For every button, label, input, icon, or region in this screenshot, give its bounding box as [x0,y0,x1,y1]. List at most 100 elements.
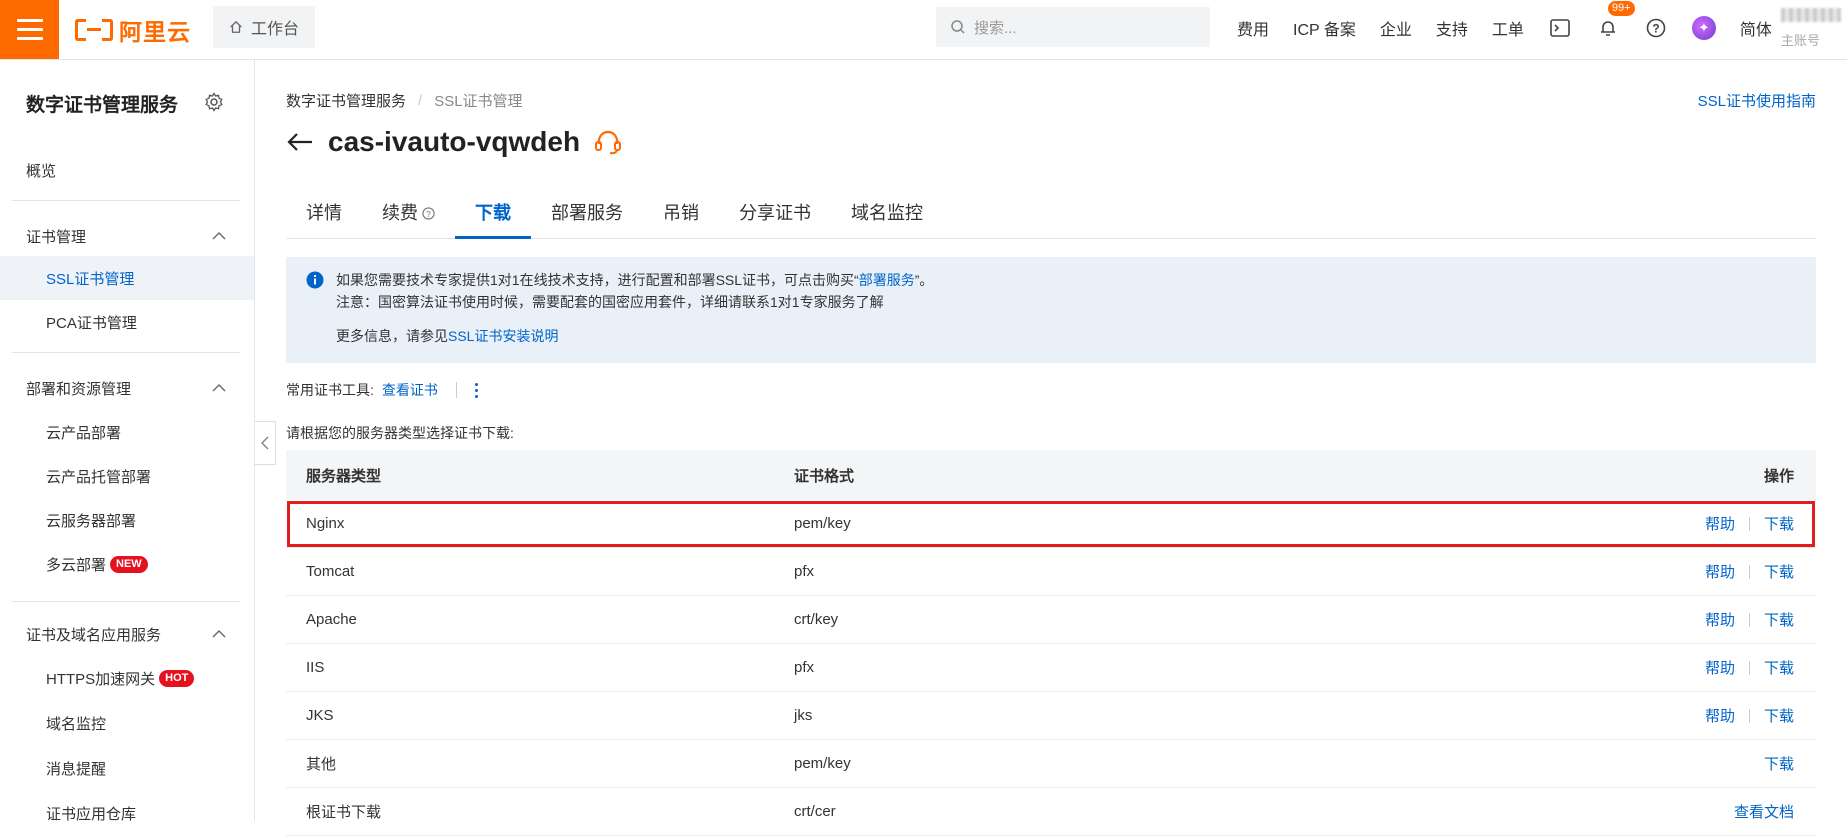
view-cert-link[interactable]: 查看证书 [382,380,438,400]
tab-details[interactable]: 详情 [286,198,362,236]
info-icon [306,271,324,289]
help-link[interactable]: 帮助 [1705,657,1735,678]
action-cell: 查看文档 [1494,801,1816,822]
sidebar-item-ssl-cert[interactable]: SSL证书管理 [0,256,254,300]
nav-support[interactable]: 支持 [1436,16,1468,40]
notice-text: 如果您需要技术专家提供1对1在线技术支持，进行配置和部署SSL证书，可点击购买“ [336,272,859,288]
chevron-up-icon [212,232,226,240]
tab-share-cert[interactable]: 分享证书 [719,198,831,236]
table-row: Nginx pem/key 帮助 下载 [286,500,1816,548]
nav-enterprise[interactable]: 企业 [1380,16,1412,40]
download-link[interactable]: 下载 [1764,609,1794,630]
sidebar-item-server-deploy[interactable]: 云服务器部署 [0,498,254,542]
table-row: JKS jks 帮助 下载 [286,692,1816,740]
sidebar-item-label: 域名监控 [46,715,107,733]
gear-icon[interactable] [204,92,224,112]
view-docs-link[interactable]: 查看文档 [1734,801,1794,822]
download-link[interactable]: 下载 [1764,657,1794,678]
tab-domain-monitor[interactable]: 域名监控 [831,198,943,236]
help-link[interactable]: 帮助 [1705,609,1735,630]
hot-tag: HOT [159,669,195,687]
format-cell: jks [794,707,813,724]
sidebar-item-label: 证书应用仓库 [46,805,137,823]
breadcrumb: 数字证书管理服务 / SSL证书管理 [286,90,523,111]
sidebar-item-cert-repo[interactable]: 证书应用仓库 [0,791,254,835]
sidebar-item-pca-cert[interactable]: PCA证书管理 [0,300,254,344]
workbench-button[interactable]: 工作台 [213,6,316,48]
search-input[interactable]: 搜索... [936,7,1210,47]
ssl-install-guide-link[interactable]: SSL证书安装说明 [448,328,558,344]
sidebar-item-multicloud-deploy[interactable]: 多云部署 NEW [0,542,254,586]
tab-label: 部署服务 [551,203,623,223]
format-cell: pfx [794,659,815,676]
table-row: 根证书下载 crt/cer 查看文档 [286,788,1816,836]
download-link[interactable]: 下载 [1764,753,1794,774]
search-icon [951,20,965,34]
hamburger-menu-button[interactable] [0,0,59,59]
sidebar-item-domain-monitor[interactable]: 域名监控 [0,701,254,745]
table-row: Tomcat pfx 帮助 下载 [286,548,1816,596]
sidebar-item-message-reminder[interactable]: 消息提醒 [0,746,254,790]
help-link[interactable]: 帮助 [1705,705,1735,726]
chevron-left-icon [261,436,269,450]
back-arrow-icon[interactable] [286,131,314,153]
tab-revoke[interactable]: 吊销 [643,198,719,236]
more-vertical-icon[interactable] [474,382,478,398]
sidebar-group-cert-domain-services[interactable]: 证书及域名应用服务 [0,612,254,656]
nav-ticket[interactable]: 工单 [1492,16,1524,40]
divider [455,382,457,398]
bell-icon[interactable]: 99+ [1596,1,1635,40]
notice-line-3: 更多信息，请参见SSL证书安装说明 [336,325,1816,347]
format-cell: pem/key [794,755,851,772]
help-link[interactable]: 帮助 [1705,513,1735,534]
divider [12,200,240,201]
sidebar-group-cert-management[interactable]: 证书管理 [0,214,254,258]
headset-support-icon[interactable] [594,129,622,155]
account-menu[interactable]: 主账号 [1781,8,1847,52]
workbench-label: 工作台 [251,21,300,38]
server-type-cell: IIS [306,659,325,676]
divider [1748,564,1750,579]
download-link[interactable]: 下载 [1764,561,1794,582]
help-icon[interactable]: ? [1644,16,1668,40]
action-cell: 帮助 下载 [1494,705,1816,726]
sidebar-item-managed-deploy[interactable]: 云产品托管部署 [0,454,254,498]
tools-label: 常用证书工具: [286,382,374,398]
breadcrumb-cert-service[interactable]: 数字证书管理服务 [286,90,406,111]
server-type-cell: Nginx [306,515,345,532]
deploy-service-link[interactable]: 部署服务 [859,272,915,288]
aliyun-logo-icon [75,19,113,41]
tab-download[interactable]: 下载 [455,198,531,239]
sidebar-group-deploy-resources[interactable]: 部署和资源管理 [0,366,254,410]
sidebar-item-overview[interactable]: 概览 [0,148,254,192]
tab-renew[interactable]: 续费 ? [362,198,455,236]
language-switch[interactable]: 简体 [1740,16,1772,40]
nav-fees[interactable]: 费用 [1237,16,1269,40]
breadcrumb-ssl[interactable]: SSL证书管理 [434,90,522,111]
divider [1748,708,1750,723]
svg-text:?: ? [1652,22,1659,36]
notice-text: 更多信息，请参见 [336,328,448,344]
sidebar-group-label: 证书及域名应用服务 [26,626,162,644]
ssl-guide-link[interactable]: SSL证书使用指南 [1698,90,1816,111]
action-cell: 帮助 下载 [1494,609,1816,630]
divider [1748,660,1750,675]
tab-label: 吊销 [663,203,699,223]
aliyun-logo[interactable]: 阿里云 [75,14,191,46]
help-link[interactable]: 帮助 [1705,561,1735,582]
nav-icp[interactable]: ICP 备案 [1293,16,1356,40]
sidebar-item-cloud-deploy[interactable]: 云产品部署 [0,410,254,454]
sidebar-group-label: 证书管理 [26,228,87,246]
tab-deploy-service[interactable]: 部署服务 [531,198,643,236]
terminal-icon[interactable] [1548,16,1572,40]
action-cell: 帮助 下载 [1494,513,1816,534]
download-link[interactable]: 下载 [1764,513,1794,534]
download-link[interactable]: 下载 [1764,705,1794,726]
sidebar-item-https-gateway[interactable]: HTTPS加速网关 HOT [0,656,254,700]
server-type-cell: 其他 [306,756,337,773]
question-circle-icon[interactable]: ? [422,207,435,220]
sidebar-collapse-button[interactable] [255,421,276,465]
ai-assistant-avatar[interactable]: ✦ [1691,16,1716,40]
tab-label: 域名监控 [851,203,923,223]
tab-bar: 详情 续费 ? 下载 部署服务 吊销 分享证书 域名监控 [286,198,1816,239]
